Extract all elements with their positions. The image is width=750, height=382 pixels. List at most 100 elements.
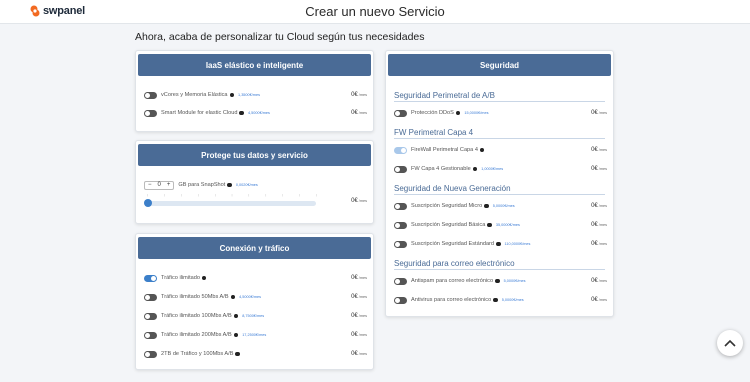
price-link[interactable]: 15,0000€/mes	[464, 111, 488, 115]
connection-card-title: Conexión y tráfico	[138, 237, 371, 259]
price-link[interactable]: 35,0000€/mes	[496, 223, 520, 227]
row-price: 0€/mes	[591, 222, 607, 228]
snapshot-slider-handle[interactable]	[144, 199, 152, 207]
row-price: 0€/mes	[351, 198, 367, 204]
snapshot-label: GB para SnapShot	[178, 182, 226, 188]
info-icon[interactable]	[233, 313, 239, 319]
row-price: 0€/mes	[351, 275, 367, 281]
row-label: 2TB de Tráfico y 100Mbs A/B	[161, 351, 234, 357]
iaas-row-vcores: vCores y Memoria Elástica 1,3500€/mes 0€…	[144, 89, 367, 101]
ddos-toggle[interactable]	[394, 109, 407, 117]
unlimited-traffic-toggle[interactable]	[144, 274, 157, 282]
connection-row: Tráfico ilimitado 0€/mes	[144, 272, 367, 284]
row-price: 0€/mes	[351, 92, 367, 98]
price-link[interactable]: 0,0020€/mes	[236, 183, 258, 187]
info-icon[interactable]	[229, 92, 235, 98]
iaas-card: IaaS elástico e inteligente vCores y Mem…	[135, 50, 374, 132]
row-label: Suscripción Seguridad Micro	[411, 203, 483, 209]
price-link[interactable]: 17,2500€/mes	[242, 333, 266, 337]
info-icon[interactable]	[227, 182, 232, 188]
connection-row: 2TB de Tráfico y 100Mbs A/B 0€/mes	[144, 348, 367, 360]
security-micro-toggle[interactable]	[394, 202, 407, 210]
row-price: 0€/mes	[591, 203, 607, 209]
traffic-2tb-toggle[interactable]	[144, 350, 157, 358]
info-icon[interactable]	[230, 294, 236, 300]
page-title: Crear un nuevo Servicio	[305, 4, 445, 19]
antispam-toggle[interactable]	[394, 277, 407, 285]
security-card-title: Seguridad	[388, 54, 611, 76]
row-label: Suscripción Seguridad Estándard	[411, 241, 495, 247]
info-icon[interactable]	[472, 166, 478, 172]
price-link[interactable]: 4,5000€/mes	[239, 295, 261, 299]
info-icon[interactable]	[479, 147, 485, 153]
fw-managed-toggle[interactable]	[394, 165, 407, 173]
section-title: Seguridad Perimetral de A/B	[394, 91, 605, 102]
row-label: Tráfico ilimitado 50Mbs A/B	[161, 294, 229, 300]
price-link[interactable]: 5,0000€/mes	[493, 204, 515, 208]
price-link[interactable]: 1,0000€/mes	[481, 167, 503, 171]
section-title: Seguridad para correo electrónico	[394, 259, 605, 270]
snapshot-slider-track[interactable]	[146, 201, 316, 206]
row-label: Suscripción Seguridad Básica	[411, 222, 486, 228]
antivirus-toggle[interactable]	[394, 296, 407, 304]
traffic-50mbs-toggle[interactable]	[144, 293, 157, 301]
chevron-up-icon	[724, 334, 736, 352]
price-link[interactable]: 8,7500€/mes	[242, 314, 264, 318]
row-price: 0€/mes	[591, 110, 607, 116]
smart-module-toggle[interactable]	[144, 109, 157, 117]
top-bar: swpanel Crear un nuevo Servicio	[0, 0, 750, 24]
info-icon[interactable]	[493, 297, 498, 303]
info-icon[interactable]	[496, 241, 501, 247]
slider-ticks: | | | | | | | | | | |	[147, 193, 317, 197]
row-label: Tráfico ilimitado	[161, 275, 200, 281]
row-label: Tráfico ilimitado 100Mbs A/B	[161, 313, 232, 319]
row-price: 0€/mes	[351, 351, 367, 357]
security-row: Suscripción Seguridad Básica 35,0000€/me…	[394, 219, 607, 231]
page-heading: Ahora, acaba de personalizar tu Cloud se…	[135, 31, 425, 43]
scroll-top-button[interactable]	[717, 330, 743, 356]
row-price: 0€/mes	[351, 294, 367, 300]
info-icon[interactable]	[455, 110, 461, 116]
security-standard-toggle[interactable]	[394, 240, 407, 248]
info-icon[interactable]	[239, 110, 244, 116]
row-price: 0€/mes	[591, 297, 607, 303]
stepper-value[interactable]: 0	[155, 181, 164, 189]
price-link[interactable]: 4,5000€/mes	[248, 111, 270, 115]
price-link[interactable]: 110,0000€/mes	[505, 242, 531, 246]
security-row: Antispam para correo electrónico 5,0000€…	[394, 275, 607, 287]
section-title: Seguridad de Nueva Generación	[394, 184, 605, 195]
security-row: Suscripción Seguridad Estándard 110,0000…	[394, 238, 607, 250]
info-icon[interactable]	[495, 278, 500, 284]
row-label: Antispam para correo electrónico	[411, 278, 494, 284]
stepper-plus-button[interactable]: +	[164, 181, 174, 189]
price-link[interactable]: 5,0000€/mes	[502, 298, 524, 302]
iaas-card-title: IaaS elástico e inteligente	[138, 54, 371, 76]
row-label: vCores y Memoria Elástica	[161, 92, 228, 98]
info-icon[interactable]	[233, 332, 239, 338]
security-row: FW Capa 4 Gestionable 1,0000€/mes 0€/mes	[394, 163, 607, 175]
row-price: 0€/mes	[591, 147, 607, 153]
row-label: Protección DDoS	[411, 110, 454, 116]
connection-row: Tráfico ilimitado 100Mbs A/B 8,7500€/mes…	[144, 310, 367, 322]
traffic-100mbs-toggle[interactable]	[144, 312, 157, 320]
row-label: Tráfico ilimitado 200Mbs A/B	[161, 332, 232, 338]
row-label: Antivirus para correo electrónico	[411, 297, 492, 303]
backup-card-title: Protege tus datos y servicio	[138, 144, 371, 166]
vcores-toggle[interactable]	[144, 91, 157, 99]
snapshot-row: − 0 + GB para SnapShot 0,0020€/mes	[144, 179, 367, 191]
info-icon[interactable]	[235, 351, 240, 357]
row-price: 0€/mes	[591, 278, 607, 284]
price-link[interactable]: 1,3500€/mes	[238, 93, 260, 97]
stepper-minus-button[interactable]: −	[145, 181, 155, 189]
row-label: FireWall Perimetral Capa 4	[411, 147, 478, 153]
info-icon[interactable]	[484, 203, 489, 209]
price-link[interactable]: 5,0000€/mes	[504, 279, 526, 283]
security-row: Suscripción Seguridad Micro 5,0000€/mes …	[394, 200, 607, 212]
traffic-200mbs-toggle[interactable]	[144, 331, 157, 339]
security-basic-toggle[interactable]	[394, 221, 407, 229]
info-icon[interactable]	[201, 275, 207, 281]
connection-row: Tráfico ilimitado 200Mbs A/B 17,2500€/me…	[144, 329, 367, 341]
info-icon[interactable]	[487, 222, 492, 228]
firewall-l4-toggle[interactable]	[394, 146, 407, 154]
snapshot-stepper[interactable]: − 0 +	[144, 180, 175, 190]
